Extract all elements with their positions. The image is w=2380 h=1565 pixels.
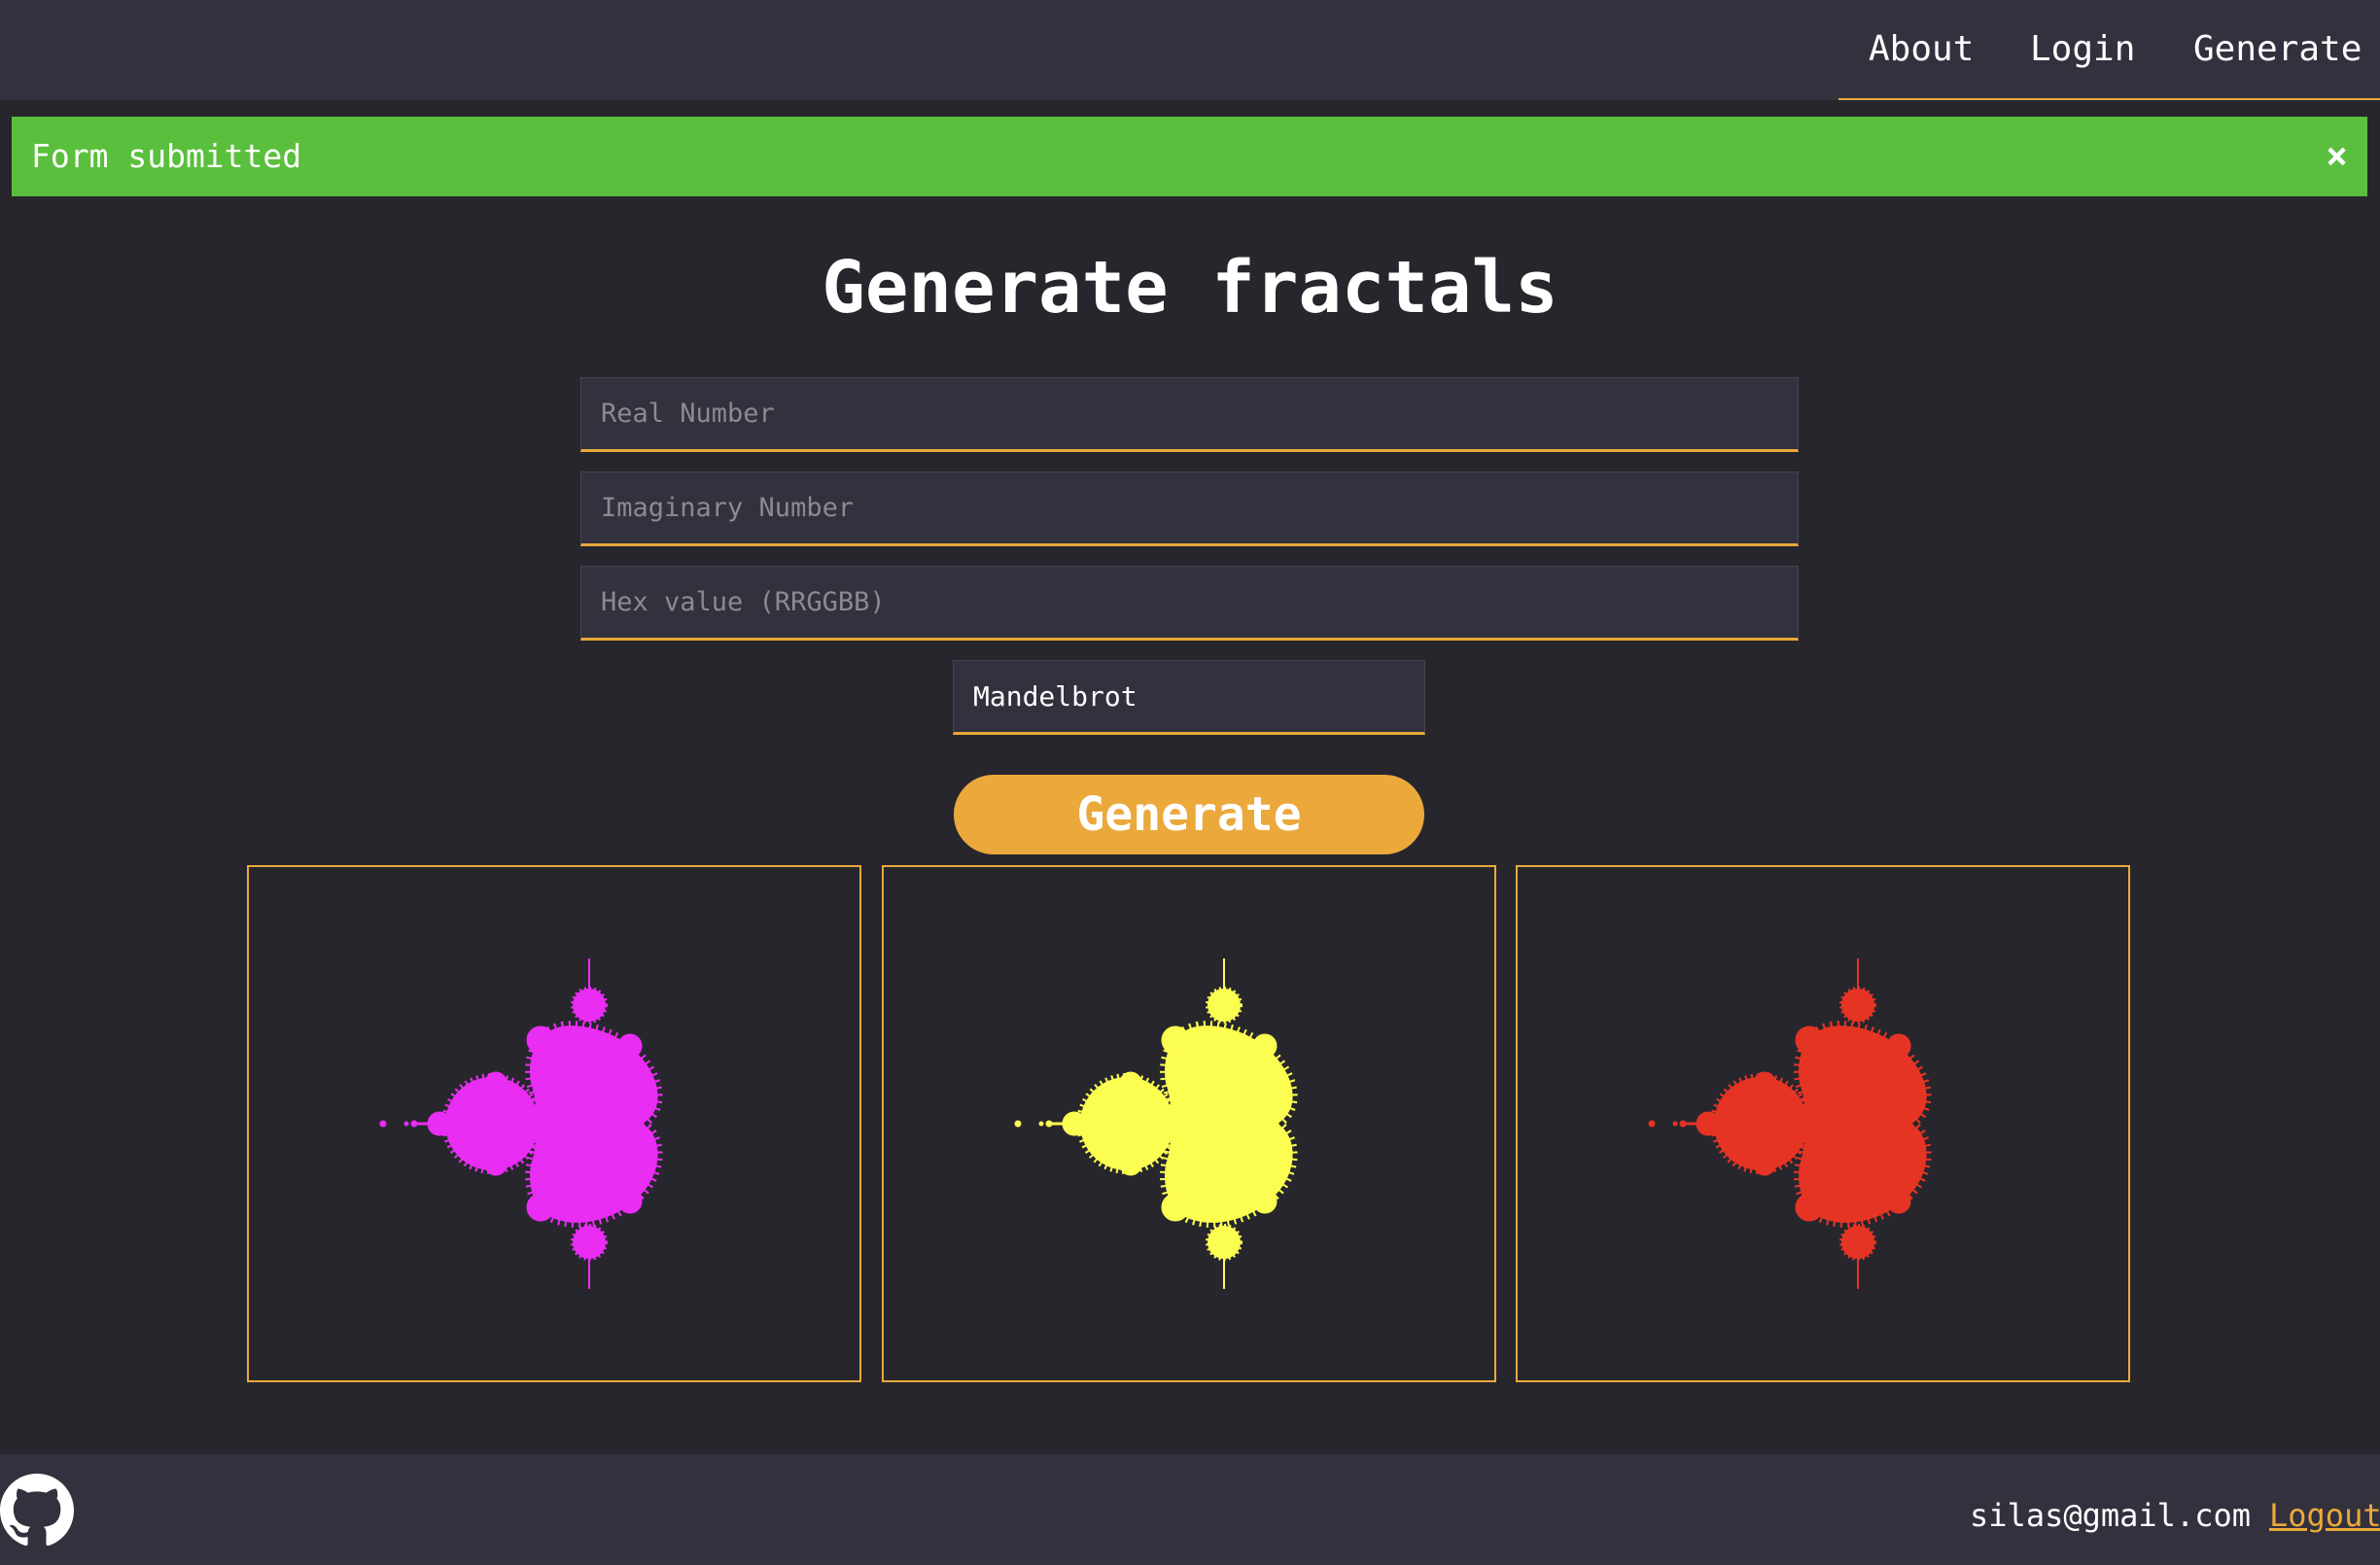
footer: silas@gmail.com Logout	[0, 1454, 2380, 1565]
hex-value-field	[580, 566, 1799, 641]
flash-message: Form submitted	[31, 137, 302, 175]
real-number-input[interactable]	[581, 378, 1798, 449]
nav-about-link[interactable]: About	[1869, 26, 1974, 73]
logout-link[interactable]: Logout	[2269, 1496, 2380, 1535]
imaginary-number-field	[580, 471, 1799, 546]
flash-success-banner: Form submitted ×	[12, 117, 2367, 196]
hex-value-input[interactable]	[581, 567, 1798, 638]
nav-links: About Login Generate	[1838, 0, 2380, 100]
user-email: silas@gmail.com	[1970, 1497, 2251, 1534]
github-icon[interactable]	[0, 1474, 74, 1548]
mandelbrot-image	[1648, 958, 1932, 1289]
nav-generate-link[interactable]: Generate	[2193, 26, 2362, 73]
fractal-result-1	[247, 865, 861, 1382]
generate-button[interactable]: Generate	[954, 775, 1424, 854]
navbar: About Login Generate	[0, 0, 2380, 100]
close-icon[interactable]: ×	[2326, 132, 2348, 179]
fractal-type-select[interactable]: Mandelbrot	[953, 660, 1425, 735]
real-number-field	[580, 377, 1799, 452]
page-title: Generate fractals	[822, 246, 1558, 330]
mandelbrot-image	[379, 958, 663, 1289]
fractal-type-value: Mandelbrot	[973, 680, 1138, 713]
mandelbrot-image	[1014, 958, 1298, 1289]
fractal-result-3	[1516, 865, 2130, 1382]
imaginary-number-input[interactable]	[581, 472, 1798, 543]
fractal-result-2	[882, 865, 1496, 1382]
nav-login-link[interactable]: Login	[2030, 26, 2135, 73]
